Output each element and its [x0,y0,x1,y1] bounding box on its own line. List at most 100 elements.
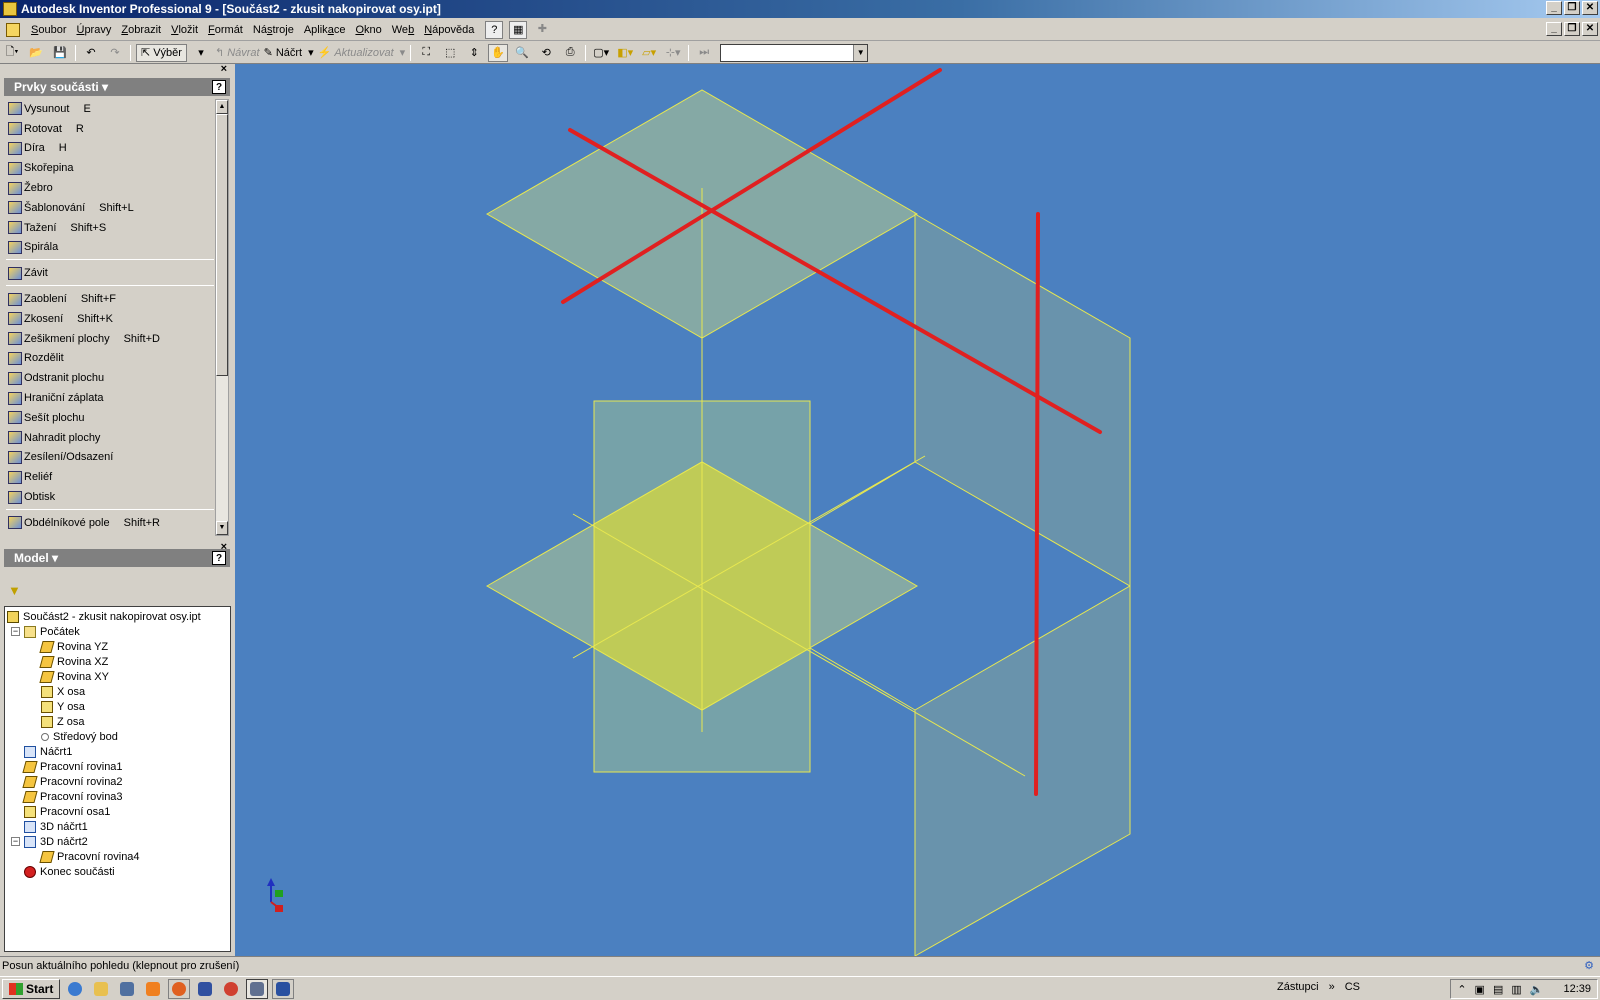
tree-node[interactable]: Y osa [41,699,85,714]
feature-command[interactable]: Skořepina [4,158,214,178]
feature-command[interactable]: Zesílení/Odsazení [4,448,214,468]
feature-command[interactable]: Rozdělit [4,349,214,369]
feature-command[interactable]: Díra H [4,139,214,159]
update-button[interactable]: ⚡ Aktualizovat ▾ [318,44,406,62]
explorer-icon[interactable] [90,979,112,999]
tree-node[interactable]: Středový bod [41,729,118,744]
chrome-icon[interactable] [220,979,242,999]
feature-command[interactable]: Tažení Shift+S [4,218,214,238]
feature-command[interactable]: Šablonování Shift+L [4,198,214,218]
ie-icon[interactable] [64,979,86,999]
start-button[interactable]: Start [2,978,61,999]
color-combo[interactable]: ▼ [720,43,869,62]
redo-icon[interactable]: ↷ [105,44,125,62]
tray-network-icon[interactable]: ▣ [1475,983,1485,996]
feature-command[interactable]: Rotovat R [4,119,214,139]
tree-node[interactable]: Pracovní rovina2 [22,774,123,789]
zoom-window-icon[interactable]: ⬚ [440,44,460,62]
firefox-icon[interactable] [168,978,191,999]
tree-node[interactable]: Počátek [24,624,80,639]
tree-node[interactable]: Rovina YZ [39,639,108,654]
ground-shadow-icon[interactable]: ▱▾ [639,44,659,62]
minimize-button[interactable]: _ [1546,1,1562,15]
feature-command[interactable]: Obdélníkové pole Shift+R [4,513,214,533]
feature-command[interactable]: Sešít plochu [4,408,214,428]
pan-icon[interactable]: ✋ [488,43,509,62]
look-at-icon[interactable]: ⎙ [560,44,580,62]
next-icon[interactable]: ⏭ [694,44,714,62]
menu-item[interactable]: Zobrazit [116,24,166,36]
volume-icon[interactable]: 🔈 [1530,983,1544,996]
features-help-icon[interactable]: ? [212,80,226,94]
feature-command[interactable]: Zkosení Shift+K [4,309,214,329]
inventor-window-task[interactable] [246,978,269,999]
features-scrollbar[interactable]: ▲ ▼ [215,99,229,536]
save-icon[interactable]: 💾 [50,44,70,62]
tray-monitor-icon[interactable]: ▥ [1511,983,1521,996]
clock[interactable]: 12:39 [1563,983,1591,995]
scroll-up-icon[interactable]: ▲ [216,100,228,114]
close-button[interactable]: ✕ [1582,1,1598,15]
tree-node[interactable]: 3D náčrt2 [24,834,88,849]
model-canvas[interactable] [235,64,1600,956]
chevron-icon[interactable]: » [1329,981,1335,993]
tree-expander-icon[interactable]: − [11,627,20,636]
doc-minimize-button[interactable]: _ [1546,22,1562,36]
new-file-icon[interactable]: 🗋▾ [2,44,22,62]
language-indicator[interactable]: CS [1345,981,1360,993]
select-dropdown-icon[interactable]: ▾ [191,44,211,62]
tree-node[interactable]: Součást2 - zkusit nakopirovat osy.ipt [7,609,201,624]
feature-command[interactable]: Vysunout E [4,99,214,119]
zoom-selected-icon[interactable]: 🔍 [512,44,532,62]
display-mode-icon[interactable]: ▢▾ [591,44,611,62]
features-panel-header[interactable]: Prvky součásti ▾ ? [4,78,230,96]
tree-node[interactable]: Rovina XZ [39,654,108,669]
work-plane-right-lower[interactable] [914,585,1131,956]
feature-command[interactable]: Reliéf [4,467,214,487]
feature-command[interactable]: Odstranit plochu [4,368,214,388]
tree-node[interactable]: Pracovní rovina3 [22,789,123,804]
tree-node[interactable]: Pracovní rovina1 [22,759,123,774]
tree-node[interactable]: X osa [41,684,85,699]
quicklaunch-label[interactable]: Zástupci [1277,981,1319,993]
filter-icon[interactable]: ▼ [8,583,21,598]
feature-command[interactable]: Závit [4,263,214,283]
menu-item[interactable]: Okno [350,24,386,36]
sketch-button[interactable]: ✎ Náčrt ▾ [264,44,314,62]
help-icon[interactable]: ? [485,20,504,39]
tree-node[interactable]: Konec součásti [24,864,115,879]
calculator-icon[interactable]: ▦ [509,20,528,39]
combo-arrow-icon[interactable]: ▼ [853,44,868,61]
zoom-icon[interactable]: ⇕ [464,44,484,62]
feature-command[interactable]: Zešikmení plochy Shift+D [4,329,214,349]
model-help-icon[interactable]: ? [212,551,226,565]
inventor-taskbar-icon[interactable] [116,979,138,999]
menu-item[interactable]: Web [387,24,419,36]
feature-command[interactable]: Nahradit plochy [4,428,214,448]
tree-node[interactable]: Pracovní osa1 [24,804,110,819]
tree-node[interactable]: Rovina XY [39,669,109,684]
tree-node[interactable]: 3D náčrt1 [24,819,88,834]
vlc-icon[interactable] [142,979,164,999]
menu-item[interactable]: Soubor [26,24,71,36]
inventor-app-icon[interactable] [3,2,17,16]
menu-item[interactable]: Vložit [166,24,203,36]
tree-node[interactable]: Náčrt1 [24,744,72,759]
menu-item[interactable]: Aplikace [299,24,351,36]
plus-icon[interactable]: ✚ [533,21,551,39]
scroll-down-icon[interactable]: ▼ [216,521,228,535]
panel-close-icon[interactable]: × [221,63,227,75]
doc-restore-button[interactable]: ❐ [1564,22,1580,36]
zoom-all-icon[interactable]: ⛶ [416,44,436,62]
shaded-display-icon[interactable]: ◧▾ [615,44,635,62]
feature-command[interactable]: Obtisk [4,487,214,507]
tray-arrow-icon[interactable]: ⌃ [1457,983,1466,996]
model-panel-header[interactable]: Model ▾ ? [4,549,230,567]
work-plane-right-upper[interactable] [914,213,1131,587]
select-button[interactable]: ⇱ Výběr [136,43,187,62]
tree-node[interactable]: Z osa [41,714,85,729]
feature-command[interactable]: Spirála [4,238,214,258]
word-window-task[interactable] [272,978,295,999]
tree-node[interactable]: Pracovní rovina4 [39,849,140,864]
analysis-icon[interactable]: ⊹▾ [663,44,683,62]
